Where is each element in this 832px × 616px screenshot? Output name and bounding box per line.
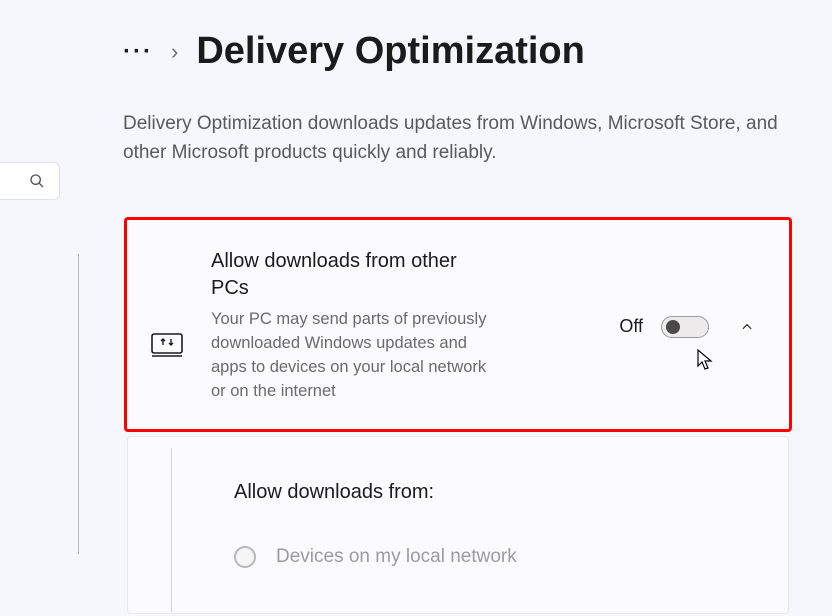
card-text: Allow downloads from other PCs Your PC m… — [211, 248, 499, 405]
allow-downloads-toggle[interactable] — [661, 316, 709, 338]
sidebar-divider — [78, 254, 79, 554]
download-sync-icon — [151, 333, 183, 359]
search-input[interactable] — [0, 162, 60, 200]
page-description: Delivery Optimization downloads updates … — [123, 110, 783, 167]
allow-downloads-card: Allow downloads from other PCs Your PC m… — [124, 217, 792, 432]
chevron-right-icon: › — [171, 39, 178, 65]
radio-local-network[interactable] — [234, 546, 256, 568]
card-icon-col — [151, 248, 211, 405]
breadcrumb-more-icon[interactable]: ··· — [123, 40, 153, 64]
card-title: Allow downloads from other PCs — [211, 248, 499, 302]
card-description: Your PC may send parts of previously dow… — [211, 308, 499, 404]
collapse-button[interactable] — [735, 315, 759, 339]
card-controls: Off — [499, 248, 765, 405]
allow-from-heading: Allow downloads from: — [234, 481, 762, 504]
toggle-knob — [666, 320, 680, 334]
allow-from-card: Allow downloads from: Devices on my loca… — [127, 436, 789, 614]
breadcrumb: ··· › Delivery Optimization — [123, 30, 585, 73]
radio-local-network-label: Devices on my local network — [276, 546, 517, 568]
subcard-divider — [171, 448, 172, 612]
toggle-state-label: Off — [619, 316, 643, 337]
radio-row-local-network[interactable]: Devices on my local network — [234, 546, 762, 568]
chevron-up-icon — [740, 320, 754, 334]
page-title: Delivery Optimization — [196, 30, 585, 73]
search-icon — [29, 173, 45, 189]
